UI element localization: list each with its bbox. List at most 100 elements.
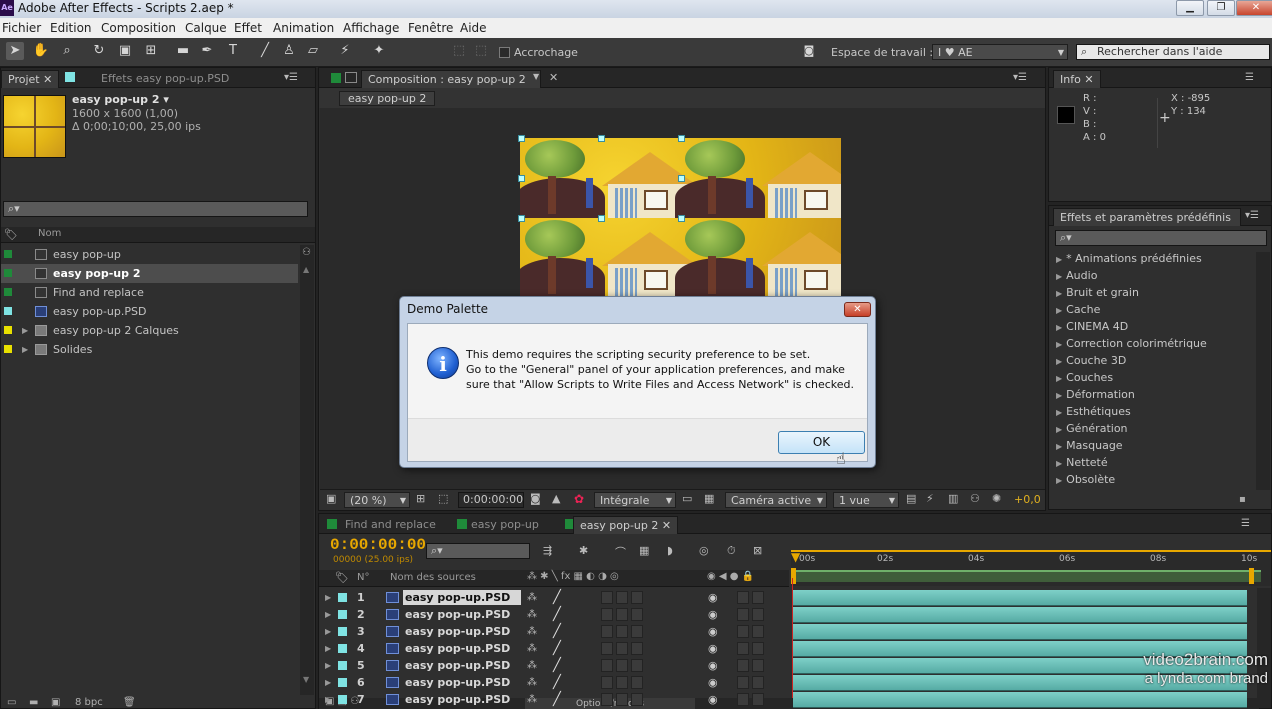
layer-switch[interactable]: [616, 693, 628, 706]
tab-find-and-replace[interactable]: Find and replace: [339, 516, 442, 534]
table-row[interactable]: ▶ 3 easy pop-up.PSD ⁂ ╱ ◉: [319, 623, 787, 640]
layer-switch[interactable]: [616, 591, 628, 604]
auto-keyframe-icon[interactable]: ⏱: [727, 544, 736, 558]
layer-switch[interactable]: [631, 625, 643, 638]
project-item[interactable]: easy pop-up: [1, 245, 298, 264]
table-row[interactable]: ▶ 7 easy pop-up.PSD ⁂ ╱ ◉: [319, 691, 787, 708]
visibility-eye-icon[interactable]: ◉: [708, 640, 718, 657]
solo-switch[interactable]: [737, 693, 749, 706]
camera-tool-icon[interactable]: ▣: [116, 42, 134, 60]
effect-category[interactable]: ▶ Netteté: [1056, 456, 1108, 469]
tab-info[interactable]: Info ✕: [1053, 70, 1101, 88]
solo-switch[interactable]: [737, 625, 749, 638]
breadcrumb[interactable]: easy pop-up 2: [339, 91, 436, 106]
shy-switch-icon[interactable]: ⁂: [527, 589, 537, 606]
quality-switch-icon[interactable]: ╱: [553, 674, 561, 691]
lock-switch[interactable]: [752, 608, 764, 621]
transform-handle[interactable]: [518, 215, 525, 222]
table-row[interactable]: ▶ 5 easy pop-up.PSD ⁂ ╱ ◉: [319, 657, 787, 674]
transform-handle[interactable]: [518, 175, 525, 182]
project-search-input[interactable]: ⌕▾: [3, 201, 308, 217]
ok-button[interactable]: OK: [778, 431, 865, 454]
draft-3d-icon[interactable]: ✱: [579, 544, 588, 557]
layer-duration-bar[interactable]: [793, 624, 1247, 640]
visibility-eye-icon[interactable]: ◉: [708, 606, 718, 623]
close-icon[interactable]: ✕: [43, 73, 52, 86]
effect-category[interactable]: ▶ Correction colorimétrique: [1056, 337, 1207, 350]
expand-triangle-icon[interactable]: ▶: [325, 623, 331, 640]
expand-triangle-icon[interactable]: ▶: [325, 691, 331, 708]
quality-switch-icon[interactable]: ╱: [553, 606, 561, 623]
quality-switch-icon[interactable]: ╱: [553, 640, 561, 657]
effect-category[interactable]: ▶ Couche 3D: [1056, 354, 1126, 367]
panel-menu-icon[interactable]: ☰: [1245, 73, 1259, 83]
tab-easy-pop-up[interactable]: easy pop-up: [465, 516, 545, 534]
lock-switch[interactable]: [752, 591, 764, 604]
graph-editor-icon[interactable]: ⊠: [753, 544, 762, 557]
lock-icon[interactable]: [331, 73, 341, 83]
timeline-search-input[interactable]: ⌕▾: [426, 543, 530, 559]
layer-switch[interactable]: [631, 693, 643, 706]
snapping-checkbox[interactable]: [499, 47, 510, 58]
bit-depth-label[interactable]: 8 bpc: [75, 697, 103, 708]
close-button[interactable]: ✕: [1236, 0, 1272, 16]
menu-fenetre[interactable]: Fenêtre: [408, 21, 453, 35]
shy-switch-icon[interactable]: ⁂: [527, 674, 537, 691]
tab-project[interactable]: Projet ✕: [1, 70, 60, 88]
scroll-down-icon[interactable]: ▼: [303, 675, 309, 684]
visibility-eye-icon[interactable]: ◉: [708, 657, 718, 674]
new-composition-icon[interactable]: ▣: [51, 697, 60, 708]
label-color-swatch[interactable]: [338, 661, 347, 670]
region-of-interest-icon[interactable]: ▭: [682, 492, 692, 505]
shy-switch-icon[interactable]: ⁂: [527, 691, 537, 708]
layer-switch[interactable]: [601, 693, 613, 706]
new-preset-icon[interactable]: ▪: [1239, 494, 1246, 505]
effect-category[interactable]: ▶ Génération: [1056, 422, 1128, 435]
panel-menu-icon[interactable]: ▾☰: [284, 73, 298, 83]
effect-category[interactable]: ▶ Couches: [1056, 371, 1113, 384]
table-row[interactable]: ▶ 2 easy pop-up.PSD ⁂ ╱ ◉: [319, 606, 787, 623]
layer-switch[interactable]: [616, 642, 628, 655]
rectangle-tool-icon[interactable]: ▬: [174, 42, 192, 60]
exposure-value[interactable]: +0,0: [1014, 493, 1041, 506]
panel-menu-icon[interactable]: ☰: [1241, 519, 1255, 529]
effect-category[interactable]: ▶ Déformation: [1056, 388, 1135, 401]
close-icon[interactable]: ✕: [662, 519, 671, 532]
layer-name[interactable]: easy pop-up.PSD: [405, 640, 510, 657]
label-color-swatch[interactable]: [338, 678, 347, 687]
playhead-icon[interactable]: ▼: [791, 551, 800, 566]
quality-switch-icon[interactable]: ╱: [553, 691, 561, 708]
expand-triangle-icon[interactable]: ▶: [325, 657, 331, 674]
work-area-end-handle[interactable]: [1249, 568, 1254, 584]
brainstorm-icon[interactable]: ◎: [699, 544, 709, 557]
table-row[interactable]: ▶ 4 easy pop-up.PSD ⁂ ╱ ◉: [319, 640, 787, 657]
project-item[interactable]: ▶ Solides: [1, 340, 298, 359]
project-item[interactable]: Find and replace: [1, 283, 298, 302]
project-item[interactable]: easy pop-up.PSD: [1, 302, 298, 321]
layer-switch[interactable]: [601, 659, 613, 672]
transform-handle[interactable]: [598, 215, 605, 222]
layer-name[interactable]: easy pop-up.PSD: [405, 623, 510, 640]
effect-category[interactable]: ▶ Bruit et grain: [1056, 286, 1139, 299]
effect-category[interactable]: ▶ Masquage: [1056, 439, 1123, 452]
selection-tool-icon[interactable]: ➤: [6, 42, 24, 60]
lock-switch[interactable]: [752, 676, 764, 689]
menu-fichier[interactable]: Fichier: [2, 21, 41, 35]
fast-previews-icon[interactable]: ⚡: [926, 492, 934, 505]
layer-switch[interactable]: [616, 676, 628, 689]
always-preview-icon[interactable]: ▣: [326, 492, 336, 505]
type-tool-icon[interactable]: T: [224, 42, 242, 60]
timeline-icon[interactable]: ▥: [948, 492, 958, 505]
layer-name[interactable]: easy pop-up.PSD: [405, 657, 510, 674]
layer-switch[interactable]: [631, 659, 643, 672]
eraser-tool-icon[interactable]: ▱: [304, 42, 322, 60]
trash-icon[interactable]: 🗑: [123, 697, 136, 708]
label-color-swatch[interactable]: [338, 610, 347, 619]
lock-switch[interactable]: [752, 625, 764, 638]
layer-switch[interactable]: [631, 642, 643, 655]
solo-switch[interactable]: [737, 676, 749, 689]
brush-tool-icon[interactable]: ╱: [256, 42, 274, 60]
chevron-down-icon[interactable]: ▼: [533, 72, 539, 81]
visibility-eye-icon[interactable]: ◉: [708, 589, 718, 606]
tab-composition[interactable]: Composition : easy pop-up 2: [361, 70, 541, 88]
